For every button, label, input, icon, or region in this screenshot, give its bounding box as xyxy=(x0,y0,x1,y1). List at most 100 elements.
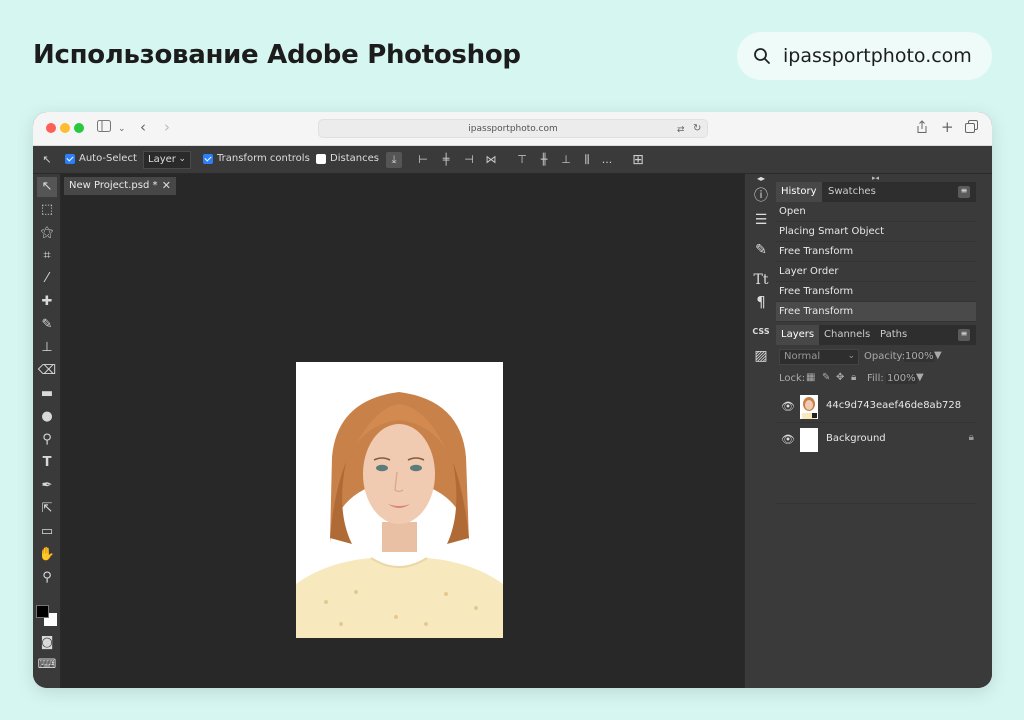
minimize-window-button[interactable] xyxy=(60,123,70,133)
type-tool-icon[interactable]: T xyxy=(37,453,57,473)
info-icon[interactable]: ⓘ xyxy=(751,186,771,206)
crop-tool-icon[interactable]: ⌗ xyxy=(37,246,57,266)
close-icon[interactable]: ✕ xyxy=(162,177,171,195)
align-center-icon[interactable]: ╪ xyxy=(438,152,454,168)
document-tab[interactable]: New Project.psd * ✕ xyxy=(64,177,176,195)
magic-wand-icon[interactable]: ⚝ xyxy=(37,223,57,243)
eye-icon[interactable]: 👁︎ xyxy=(781,433,795,446)
clone-stamp-icon[interactable]: ⊥ xyxy=(37,338,57,358)
layer-row[interactable]: 👁︎ Background 🔒︎ xyxy=(776,424,976,456)
address-text: ipassportphoto.com xyxy=(468,123,558,134)
tab-overview-icon[interactable] xyxy=(965,120,978,139)
css-icon[interactable]: CSS xyxy=(751,322,771,342)
panel-menu-icon[interactable]: ≡ xyxy=(958,329,970,341)
move-tool-icon[interactable]: ↖ xyxy=(37,177,57,197)
lock-position-icon[interactable]: ✥ xyxy=(836,372,844,383)
hand-tool-icon[interactable]: ✋ xyxy=(37,545,57,565)
lock-transparency-icon[interactable]: ▦ xyxy=(806,372,815,383)
history-item[interactable]: Open xyxy=(776,202,976,222)
rectangle-tool-icon[interactable]: ▭ xyxy=(37,522,57,542)
dodge-tool-icon[interactable]: ⚲ xyxy=(37,430,57,450)
image-icon[interactable]: ▨ xyxy=(751,346,771,366)
align-left-icon[interactable]: ⊢ xyxy=(415,152,431,168)
panel-menu-icon[interactable]: ≡ xyxy=(958,186,970,198)
opacity-dropdown-icon[interactable]: ▼ xyxy=(934,350,942,361)
distribute-horizontal-icon[interactable]: ⫼ xyxy=(579,152,595,168)
blend-mode-select[interactable]: Normal ⌄ xyxy=(779,349,859,365)
color-swatches[interactable] xyxy=(36,605,58,627)
download-icon[interactable]: ⤓ xyxy=(386,152,402,168)
portrait-photo[interactable] xyxy=(296,362,503,638)
auto-select-checkbox[interactable]: Auto-Select xyxy=(65,153,137,164)
gradient-tool-icon[interactable]: ▬ xyxy=(37,384,57,404)
zoom-tool-icon[interactable]: ⚲ xyxy=(37,568,57,588)
share-icon[interactable] xyxy=(916,120,928,140)
chevron-down-icon[interactable]: ⌄ xyxy=(118,120,126,138)
healing-brush-icon[interactable]: ✚ xyxy=(37,292,57,312)
quick-mask-icon[interactable]: ◙ xyxy=(37,633,57,653)
character-icon[interactable]: Tt xyxy=(751,270,771,290)
properties-icon[interactable]: ☰ xyxy=(751,210,771,230)
auto-select-label: Auto-Select xyxy=(79,153,137,164)
opacity-label: Opacity: xyxy=(864,351,906,362)
distances-check[interactable] xyxy=(316,153,326,164)
history-item[interactable]: Placing Smart Object xyxy=(776,222,976,242)
align-top-icon[interactable]: ⊤ xyxy=(514,152,530,168)
panel-icon-strip: ◂▸ ⓘ ☰ ✎ Tt ¶ CSS ▨ xyxy=(744,174,776,688)
tab-channels[interactable]: Channels xyxy=(819,325,875,345)
history-item-selected[interactable]: Free Transform xyxy=(776,302,976,322)
tab-swatches[interactable]: Swatches xyxy=(823,182,881,202)
grid-icon[interactable]: ⊞ xyxy=(630,152,646,168)
tab-paths[interactable]: Paths xyxy=(875,325,912,345)
site-pill[interactable]: ipassportphoto.com xyxy=(737,32,992,80)
brush-settings-icon[interactable]: ✎ xyxy=(751,240,771,260)
sidebar-toggle-icon[interactable] xyxy=(97,120,111,138)
more-options[interactable]: ... xyxy=(599,152,615,168)
layer-select[interactable]: Layer ⌄ xyxy=(143,151,191,169)
lock-all-icon[interactable]: 🔒︎ xyxy=(851,372,856,383)
canvas-area[interactable]: New Project.psd * ✕ xyxy=(61,174,744,688)
tab-layers[interactable]: Layers xyxy=(776,325,820,345)
align-middle-icon[interactable]: ╫ xyxy=(536,152,552,168)
eyedropper-icon[interactable]: ⁄ xyxy=(37,269,57,289)
pen-tool-icon[interactable]: ✒ xyxy=(37,476,57,496)
address-bar[interactable]: ipassportphoto.com xyxy=(318,119,708,138)
align-bottom-icon[interactable]: ⊥ xyxy=(558,152,574,168)
layer-row[interactable]: 👁︎ 44c9d743eaef46de8ab728 xyxy=(776,391,976,423)
opacity-value[interactable]: 100% xyxy=(904,351,935,362)
fill-dropdown-icon[interactable]: ▼ xyxy=(916,372,924,383)
align-right-icon[interactable]: ⊣ xyxy=(461,152,477,168)
distances-checkbox[interactable]: Distances xyxy=(316,153,379,164)
history-item[interactable]: Layer Order xyxy=(776,262,976,282)
keyboard-icon[interactable]: ⌨ xyxy=(37,655,57,675)
paragraph-icon[interactable]: ¶ xyxy=(751,292,771,312)
path-select-icon[interactable]: ⇱ xyxy=(37,499,57,519)
back-icon[interactable]: ‹ xyxy=(140,118,146,136)
brush-tool-icon[interactable]: ✎ xyxy=(37,315,57,335)
close-window-button[interactable] xyxy=(46,123,56,133)
collapse-handle-icon[interactable]: ◂▸ xyxy=(751,174,771,184)
layer-row-photo[interactable] xyxy=(776,503,976,535)
move-tool-icon[interactable]: ↖ xyxy=(39,152,55,168)
transform-controls-check[interactable] xyxy=(203,153,213,164)
fill-value[interactable]: 100% xyxy=(886,373,917,384)
transform-controls-checkbox[interactable]: Transform controls xyxy=(203,153,310,164)
lock-paint-icon[interactable]: ✎ xyxy=(822,372,830,383)
eye-icon[interactable]: 👁︎ xyxy=(781,400,795,413)
new-tab-icon[interactable]: + xyxy=(941,118,954,136)
reload-icon[interactable]: ↻ xyxy=(693,120,701,138)
marquee-tool-icon[interactable]: ⬚ xyxy=(37,200,57,220)
collapse-handle-icon[interactable]: ▸◂ xyxy=(872,174,879,182)
maximize-window-button[interactable] xyxy=(74,123,84,133)
eraser-tool-icon[interactable]: ⌫ xyxy=(37,361,57,381)
translate-icon[interactable]: ⇄ xyxy=(677,121,685,139)
foreground-color-swatch[interactable] xyxy=(36,605,49,618)
tools-panel: ↖ ⬚ ⚝ ⌗ ⁄ ✚ ✎ ⊥ ⌫ ▬ ● ⚲ T ✒ ⇱ ▭ ✋ ⚲ ◙ ⌨ xyxy=(33,174,61,688)
auto-select-check[interactable] xyxy=(65,153,75,164)
history-item[interactable]: Free Transform xyxy=(776,282,976,302)
blur-tool-icon[interactable]: ● xyxy=(37,407,57,427)
history-item[interactable]: Free Transform xyxy=(776,242,976,262)
distribute-icon[interactable]: ⋈ xyxy=(483,152,499,168)
tab-history[interactable]: History xyxy=(776,182,822,202)
forward-icon[interactable]: › xyxy=(164,118,170,136)
